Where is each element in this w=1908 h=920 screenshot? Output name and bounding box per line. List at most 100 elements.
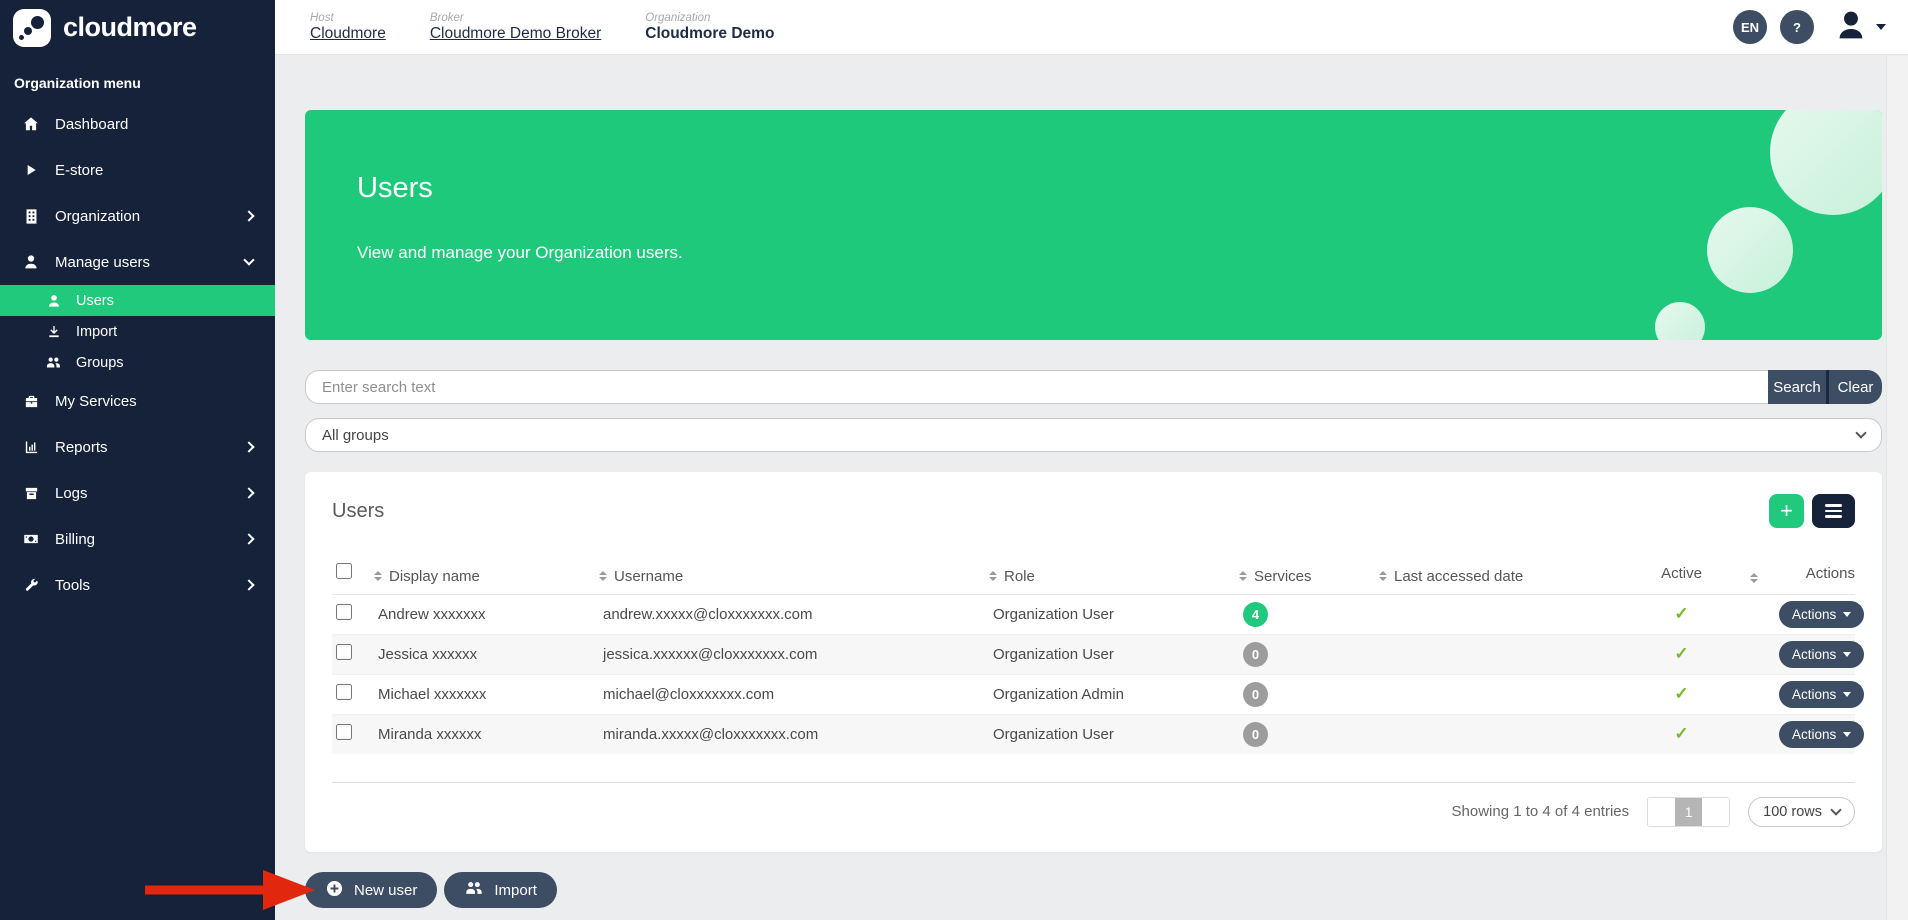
sidebar-subitem-groups[interactable]: Groups	[0, 347, 275, 378]
sidebar-item-dashboard[interactable]: Dashboard	[0, 101, 275, 147]
sidebar-item-organization[interactable]: Organization	[0, 193, 275, 239]
rows-per-page-select[interactable]: 100 rows	[1748, 797, 1855, 827]
main-content: Users View and manage your Organization …	[275, 56, 1908, 920]
breadcrumb-broker-link[interactable]: Cloudmore Demo Broker	[430, 25, 601, 43]
breadcrumb-host-label: Host	[310, 12, 386, 24]
sidebar-item-my-services[interactable]: My Services	[0, 378, 275, 424]
building-icon	[22, 207, 40, 225]
row-checkbox[interactable]	[336, 604, 352, 620]
page-banner: Users View and manage your Organization …	[305, 110, 1882, 340]
add-user-button[interactable]: +	[1769, 494, 1804, 528]
search-button[interactable]: Search	[1768, 370, 1826, 404]
brand-logo[interactable]: cloudmore	[0, 0, 275, 55]
bar-chart-icon	[22, 438, 40, 456]
chevron-down-icon	[1855, 427, 1866, 438]
divider	[332, 782, 1855, 783]
row-checkbox[interactable]	[336, 644, 352, 660]
sort-icon	[599, 571, 607, 581]
sidebar-item-tools[interactable]: Tools	[0, 562, 275, 608]
search-input[interactable]	[305, 370, 1768, 404]
chevron-down-icon	[243, 254, 254, 265]
column-header-display-name[interactable]: Display name	[374, 552, 599, 594]
download-icon	[45, 323, 62, 340]
sidebar-item-estore[interactable]: E-store	[0, 147, 275, 193]
archive-icon	[22, 484, 40, 502]
active-check-icon: ✓	[1634, 634, 1729, 674]
pagination-page-1[interactable]: 1	[1675, 798, 1702, 826]
panel-title: Users	[332, 500, 384, 523]
services-count-badge: 0	[1243, 642, 1268, 667]
sidebar-item-logs[interactable]: Logs	[0, 470, 275, 516]
groups-filter-value: All groups	[322, 427, 389, 444]
help-button[interactable]: ?	[1780, 10, 1814, 44]
row-actions-button[interactable]: Actions	[1779, 601, 1864, 628]
sidebar-subitem-users[interactable]: Users	[0, 285, 275, 316]
clear-button[interactable]: Clear	[1826, 370, 1882, 404]
groups-filter-select[interactable]: All groups	[305, 418, 1882, 452]
row-actions-button[interactable]: Actions	[1779, 681, 1864, 708]
breadcrumb-organization-value: Cloudmore Demo	[645, 25, 774, 43]
cloudmore-logo-icon	[13, 9, 51, 47]
select-all-checkbox[interactable]	[336, 563, 352, 579]
sort-icon	[1379, 571, 1387, 581]
language-button[interactable]: EN	[1733, 10, 1767, 44]
list-view-button[interactable]	[1812, 494, 1855, 528]
chevron-down-icon	[1830, 804, 1841, 815]
page-subtitle: View and manage your Organization users.	[357, 243, 1882, 263]
role-cell: Organization Admin	[989, 674, 1239, 714]
display-name-cell: Jessica xxxxxx	[374, 634, 599, 674]
chevron-right-icon	[243, 441, 254, 452]
decorative-circle	[1707, 207, 1793, 293]
column-header-active[interactable]: Active	[1634, 552, 1729, 594]
page-title: Users	[357, 172, 1882, 205]
pagination-next[interactable]	[1702, 798, 1729, 826]
import-button[interactable]: Import	[444, 872, 557, 908]
table-row: Michael xxxxxxx michael@cloxxxxxxx.com O…	[332, 674, 1855, 714]
breadcrumb: Host Cloudmore Broker Cloudmore Demo Bro…	[310, 12, 774, 43]
table-row: Andrew xxxxxxx andrew.xxxxx@cloxxxxxxx.c…	[332, 594, 1855, 634]
services-count-badge: 0	[1243, 682, 1268, 707]
pagination-prev[interactable]	[1648, 798, 1675, 826]
role-cell: Organization User	[989, 594, 1239, 634]
caret-down-icon	[1843, 692, 1851, 697]
user-menu-button[interactable]	[1835, 9, 1886, 46]
column-header-actions: Actions	[1779, 552, 1855, 594]
sort-icon	[374, 571, 382, 581]
display-name-cell: Andrew xxxxxxx	[374, 594, 599, 634]
sidebar-subitem-import[interactable]: Import	[0, 316, 275, 347]
column-header-services[interactable]: Services	[1239, 552, 1379, 594]
row-actions-button[interactable]: Actions	[1779, 721, 1864, 748]
chevron-right-icon	[243, 210, 254, 221]
column-header-username[interactable]: Username	[599, 552, 989, 594]
sidebar-title: Organization menu	[0, 55, 275, 101]
role-cell: Organization User	[989, 634, 1239, 674]
row-checkbox[interactable]	[336, 724, 352, 740]
play-icon	[22, 161, 40, 179]
sidebar-item-billing[interactable]: Billing	[0, 516, 275, 562]
services-count-badge: 4	[1243, 602, 1268, 627]
caret-down-icon	[1843, 612, 1851, 617]
chevron-right-icon	[243, 487, 254, 498]
breadcrumb-host-link[interactable]: Cloudmore	[310, 25, 386, 43]
new-user-button[interactable]: New user	[305, 872, 437, 908]
column-header-last-accessed[interactable]: Last accessed date	[1379, 552, 1634, 594]
username-cell: miranda.xxxxx@cloxxxxxxx.com	[599, 714, 989, 754]
briefcase-icon	[22, 392, 40, 410]
sidebar-item-manage-users[interactable]: Manage users	[0, 239, 275, 285]
breadcrumb-organization-label: Organization	[645, 12, 774, 24]
sidebar-item-reports[interactable]: Reports	[0, 424, 275, 470]
services-count-badge: 0	[1243, 722, 1268, 747]
home-icon	[22, 115, 40, 133]
row-actions-button[interactable]: Actions	[1779, 641, 1864, 668]
column-header-role[interactable]: Role	[989, 552, 1239, 594]
scrollbar-track[interactable]	[1886, 56, 1908, 920]
column-header-active-sort[interactable]	[1729, 552, 1779, 594]
sidebar: cloudmore Organization menu Dashboard E-…	[0, 0, 275, 920]
table-row: Miranda xxxxxx miranda.xxxxx@cloxxxxxxx.…	[332, 714, 1855, 754]
user-icon	[45, 292, 62, 309]
row-checkbox[interactable]	[336, 684, 352, 700]
sort-icon	[1750, 573, 1758, 583]
chevron-right-icon	[243, 533, 254, 544]
caret-down-icon	[1876, 24, 1886, 30]
users-panel: Users + Display name Username Role Servi…	[305, 472, 1882, 852]
